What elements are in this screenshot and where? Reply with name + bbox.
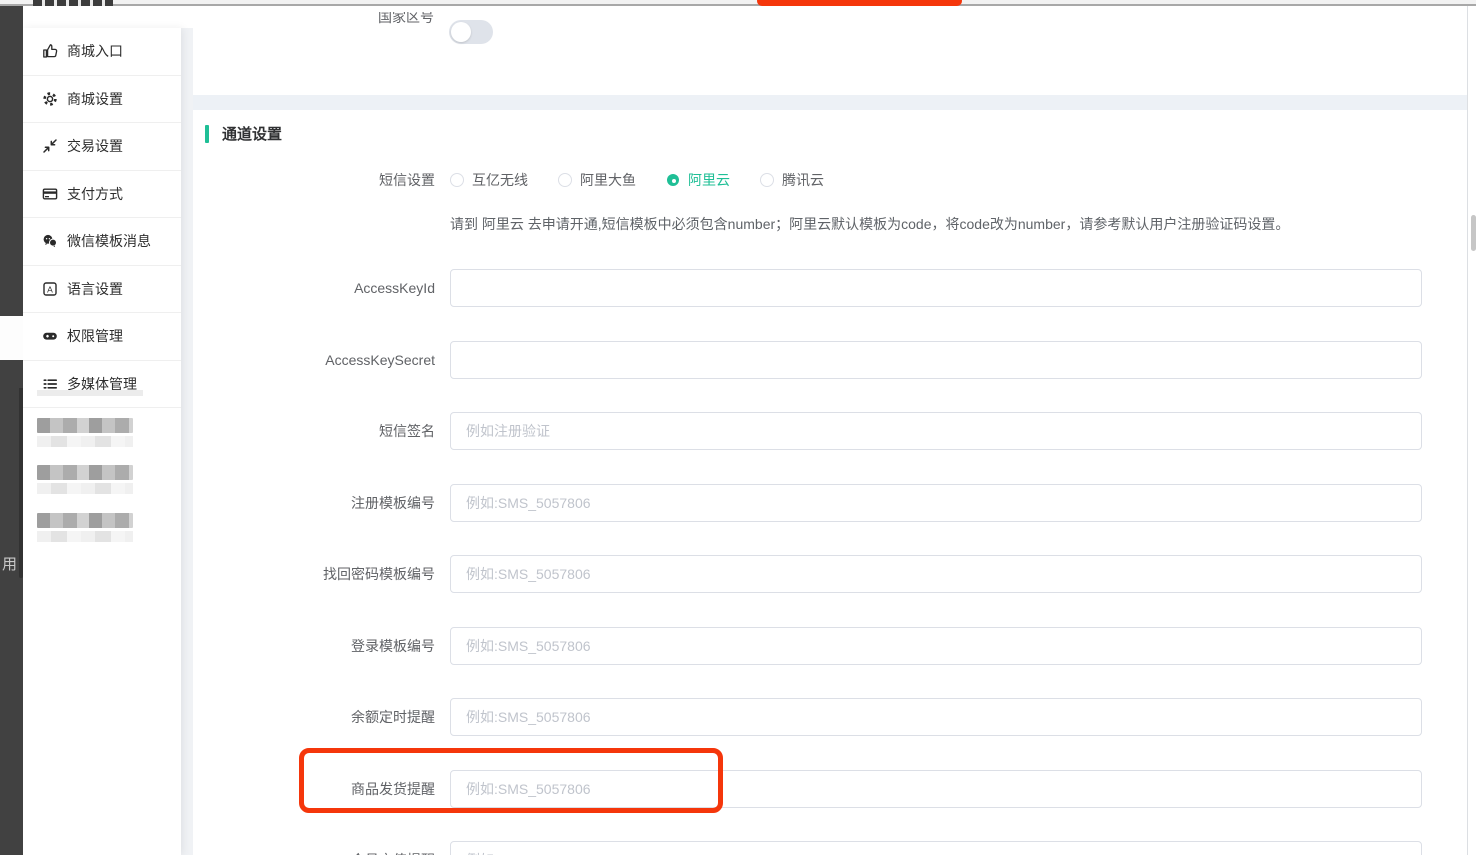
country-code-label: 国家区号 — [378, 12, 434, 30]
form-row-accesskeyid: AccessKeyId — [193, 269, 1467, 307]
sidebar-item-label: 语言设置 — [67, 279, 123, 299]
section-title-accent-bar — [205, 125, 209, 143]
redacted-divider — [37, 390, 143, 396]
member-recharge-reminder-input[interactable] — [450, 841, 1422, 855]
sidebar-item-language-settings[interactable]: A 语言设置 — [23, 266, 181, 314]
sidebar-item-label: 支付方式 — [67, 184, 123, 204]
sidebar-item-label: 权限管理 — [67, 326, 123, 346]
browser-tab-fragment — [33, 0, 113, 6]
aliyun-hint-text: 请到 阿里云 去申请开通,短信模板中必须包含number；阿里云默认模板为cod… — [450, 214, 1289, 234]
thumb-up-icon — [42, 43, 58, 59]
sidebar-item-label: 商城入口 — [67, 41, 123, 61]
form-row-password-recovery-template: 找回密码模板编号 — [193, 555, 1467, 593]
sidebar-item-mall-settings[interactable]: 商城设置 — [23, 76, 181, 124]
credit-card-icon — [42, 186, 58, 202]
sms-provider-radio-group: 短信设置 互亿无线 阿里大鱼 阿里云 腾讯云 — [193, 170, 1467, 190]
strip-scrollbar — [19, 388, 23, 578]
form-row-register-template: 注册模板编号 — [193, 484, 1467, 522]
section-title-text: 通道设置 — [222, 123, 282, 144]
sidebar-item-permissions[interactable]: 权限管理 — [23, 313, 181, 361]
content-right-border — [1467, 6, 1468, 855]
radio-circle-icon — [760, 173, 774, 187]
sms-template-form: AccessKeyId AccessKeySecret 短信签名 注册模板编号 … — [193, 269, 1467, 855]
form-row-shipping-reminder: 商品发货提醒 — [193, 770, 1467, 808]
sidebar-item-wechat-template[interactable]: 微信模板消息 — [23, 218, 181, 266]
radio-huyi-wireless[interactable]: 互亿无线 — [450, 170, 528, 190]
gamepad-icon — [42, 328, 58, 344]
language-icon: A — [42, 281, 58, 297]
sidebar-item-label: 交易设置 — [67, 136, 123, 156]
radio-circle-icon — [558, 173, 572, 187]
top-annotation-bar — [757, 0, 962, 6]
sidebar-item-mall-entrance[interactable]: 商城入口 — [23, 28, 181, 76]
register-template-input[interactable] — [450, 484, 1422, 522]
page-scrollbar[interactable] — [1471, 215, 1476, 251]
wechat-icon — [42, 233, 58, 249]
section-title: 通道设置 — [205, 123, 282, 144]
login-template-input[interactable] — [450, 627, 1422, 665]
sidebar-item-payment-methods[interactable]: 支付方式 — [23, 171, 181, 219]
form-row-accesskeysecret: AccessKeySecret — [193, 341, 1467, 379]
radio-circle-icon — [450, 173, 464, 187]
redacted-menu-item[interactable] — [37, 513, 133, 542]
channel-settings-section: 通道设置 短信设置 互亿无线 阿里大鱼 阿里云 腾讯云 请到 阿里云 去申请开通… — [193, 110, 1467, 855]
redacted-menu-item[interactable] — [37, 418, 133, 447]
password-recovery-template-input[interactable] — [450, 555, 1422, 593]
radio-aliyun-selected[interactable]: 阿里云 — [666, 170, 730, 190]
sms-signature-input[interactable] — [450, 412, 1422, 450]
toggle-knob — [451, 22, 471, 42]
radio-circle-icon — [666, 173, 680, 187]
strip-gap — [0, 316, 23, 360]
accesskeysecret-input[interactable] — [450, 341, 1422, 379]
gear-icon — [42, 91, 58, 107]
form-row-sms-signature: 短信签名 — [193, 412, 1467, 450]
redacted-menu-item[interactable] — [37, 465, 133, 494]
sidebar-item-multimedia[interactable]: 多媒体管理 — [23, 361, 181, 409]
country-code-section: 国家区号 — [193, 8, 1467, 95]
sidebar: 商城入口 商城设置 交易设置 支付方式 微信模板消息 A 语言设置 权限管理 多… — [23, 28, 181, 855]
compress-arrows-icon — [42, 138, 58, 154]
svg-text:A: A — [47, 284, 53, 294]
page-gutter — [181, 28, 193, 855]
form-row-balance-reminder: 余额定时提醒 — [193, 698, 1467, 736]
country-code-toggle[interactable] — [449, 20, 493, 44]
radio-tencent-cloud[interactable]: 腾讯云 — [760, 170, 824, 190]
sidebar-item-trade-settings[interactable]: 交易设置 — [23, 123, 181, 171]
form-row-member-recharge-reminder: 会员充值提醒 — [193, 841, 1467, 855]
radio-ali-dayu[interactable]: 阿里大鱼 — [558, 170, 636, 190]
section-separator-band — [193, 95, 1467, 110]
sidebar-item-label: 微信模板消息 — [67, 231, 151, 251]
form-row-login-template: 登录模板编号 — [193, 627, 1467, 665]
background-window-strip: 用 — [0, 3, 23, 855]
strip-text-fragment: 用 — [2, 556, 17, 574]
sidebar-item-label: 商城设置 — [67, 89, 123, 109]
balance-reminder-input[interactable] — [450, 698, 1422, 736]
sms-settings-label: 短信设置 — [193, 170, 435, 190]
shipping-reminder-input[interactable] — [450, 770, 1422, 808]
browser-top-strip — [0, 0, 1476, 6]
accesskeyid-input[interactable] — [450, 269, 1422, 307]
